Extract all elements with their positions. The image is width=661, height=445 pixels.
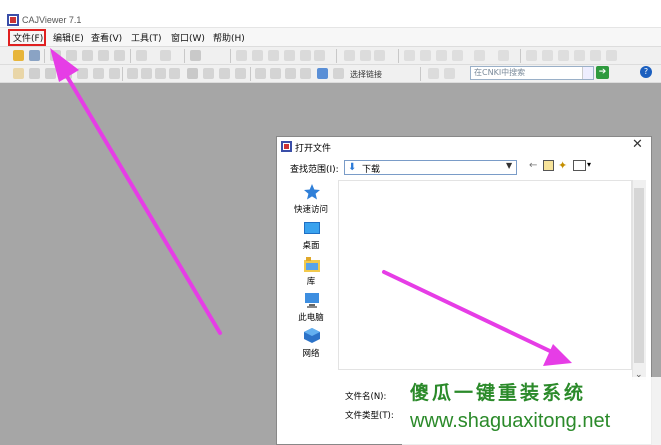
paste-special-icon[interactable] [114, 50, 125, 61]
rotate-right-icon[interactable] [374, 50, 385, 61]
prev-page-icon[interactable] [252, 50, 263, 61]
copy-icon[interactable] [66, 50, 77, 61]
print-icon[interactable] [50, 50, 61, 61]
text-select-icon[interactable] [45, 68, 56, 79]
properties-icon[interactable] [190, 50, 201, 61]
continuous-page-icon[interactable] [420, 50, 431, 61]
dialog-title: 打开文件 [295, 144, 332, 154]
place-network-label[interactable]: 网络 [286, 347, 336, 359]
zoom-width-icon[interactable] [498, 50, 509, 61]
fullscreen-icon[interactable] [526, 50, 537, 61]
open-folder-icon[interactable] [13, 50, 24, 61]
thumbnail-icon[interactable] [542, 50, 553, 61]
look-in-label: 查找范围(I): [290, 165, 339, 175]
title-bar [0, 0, 661, 28]
library-icon[interactable] [303, 256, 321, 274]
last-page-icon[interactable] [284, 50, 295, 61]
heart-icon[interactable] [333, 68, 344, 79]
look-in-value: 下载 [362, 165, 381, 175]
zoom-in-icon[interactable] [606, 50, 617, 61]
search-text-icon[interactable] [300, 68, 311, 79]
file-name-label: 文件名(N): [345, 392, 387, 402]
zoom-fit-icon[interactable] [474, 50, 485, 61]
toolbar-main [0, 47, 661, 65]
eraser-icon[interactable] [203, 68, 214, 79]
new-folder-icon[interactable]: ✦ [558, 159, 567, 172]
file-menu-highlight-box [8, 29, 46, 46]
arrow-down-icon[interactable] [285, 68, 296, 79]
back-icon[interactable] [300, 50, 311, 61]
rotate-left-icon[interactable] [360, 50, 371, 61]
save-icon[interactable] [29, 50, 40, 61]
menu-help[interactable]: 帮助(H) [213, 31, 245, 44]
underline-icon[interactable] [93, 68, 104, 79]
place-desktop-label[interactable]: 桌面 [286, 239, 336, 251]
menu-window[interactable]: 窗口(W) [171, 31, 205, 44]
menu-tools[interactable]: 工具(T) [131, 31, 162, 44]
select-link-label[interactable]: 选择链接 [350, 69, 382, 80]
cut-icon[interactable] [82, 50, 93, 61]
network-icon[interactable] [303, 327, 321, 345]
link-next-icon[interactable] [444, 68, 455, 79]
select-tool-icon[interactable] [29, 68, 40, 79]
window-title: CAJViewer 7.1 [22, 15, 82, 25]
menu-view[interactable]: 查看(V) [91, 31, 122, 44]
file-list[interactable] [338, 180, 632, 370]
view-menu-icon[interactable] [573, 160, 586, 171]
rect-tool-icon[interactable] [155, 68, 166, 79]
dialog-app-icon [281, 141, 292, 152]
link-prev-icon[interactable] [428, 68, 439, 79]
paste-icon[interactable] [98, 50, 109, 61]
cajviewer-logo-icon [7, 14, 19, 26]
image-select-icon[interactable] [61, 68, 72, 79]
facing-page-icon[interactable] [436, 50, 447, 61]
redo-icon[interactable] [160, 50, 171, 61]
page-icon[interactable] [574, 50, 585, 61]
chevron-down-icon[interactable]: ▾ [587, 160, 591, 169]
help-icon[interactable]: ? [640, 66, 652, 78]
annot-list-icon[interactable] [255, 68, 266, 79]
stamp-icon[interactable] [219, 68, 230, 79]
bookmark-icon[interactable] [558, 50, 569, 61]
watermark-title: 傻瓜一键重装系统 [410, 382, 587, 404]
chevron-down-icon[interactable] [582, 67, 593, 79]
download-arrow-icon: ⬇ [348, 162, 357, 173]
cnki-search-input[interactable]: 在CNKI中搜索 [470, 66, 594, 80]
close-icon[interactable]: ✕ [632, 137, 643, 152]
arrow-up-icon[interactable] [270, 68, 281, 79]
undo-icon[interactable] [136, 50, 147, 61]
layout-icon[interactable] [452, 50, 463, 61]
this-pc-icon[interactable] [303, 291, 321, 309]
chevron-down-icon[interactable]: ▼ [506, 161, 512, 170]
next-page-icon[interactable] [268, 50, 279, 61]
hand-tool-icon[interactable] [13, 68, 24, 79]
ocr-icon[interactable] [235, 68, 246, 79]
scrollbar-thumb[interactable] [634, 188, 644, 363]
forward-icon[interactable] [314, 50, 325, 61]
back-arrow-icon[interactable]: ← [529, 160, 537, 171]
up-folder-icon[interactable] [543, 160, 554, 171]
place-quick-access-label[interactable]: 快速访问 [286, 203, 336, 215]
find-icon[interactable] [344, 50, 355, 61]
ellipse-tool-icon[interactable] [169, 68, 180, 79]
line-tool-icon[interactable] [127, 68, 138, 79]
select-link-active-icon[interactable] [317, 68, 328, 79]
place-library-label[interactable]: 库 [286, 275, 336, 287]
strikeout-icon[interactable] [109, 68, 120, 79]
first-page-icon[interactable] [236, 50, 247, 61]
quick-access-star-icon[interactable] [303, 183, 321, 201]
single-page-icon[interactable] [404, 50, 415, 61]
highlight-icon[interactable] [77, 68, 88, 79]
zoom-out-icon[interactable] [590, 50, 601, 61]
go-arrow-icon[interactable]: ➔ [596, 66, 609, 79]
menu-bar: 文件(F) 编辑(E) 查看(V) 工具(T) 窗口(W) 帮助(H) [0, 28, 661, 47]
watermark-url: www.shaguaxitong.net [410, 410, 611, 432]
desktop-icon[interactable] [303, 220, 321, 238]
pen-tool-icon[interactable] [141, 68, 152, 79]
note-tool-icon[interactable] [187, 68, 198, 79]
menu-edit[interactable]: 编辑(E) [53, 31, 84, 44]
file-type-label: 文件类型(T): [345, 411, 394, 421]
place-this-pc-label[interactable]: 此电脑 [286, 311, 336, 323]
